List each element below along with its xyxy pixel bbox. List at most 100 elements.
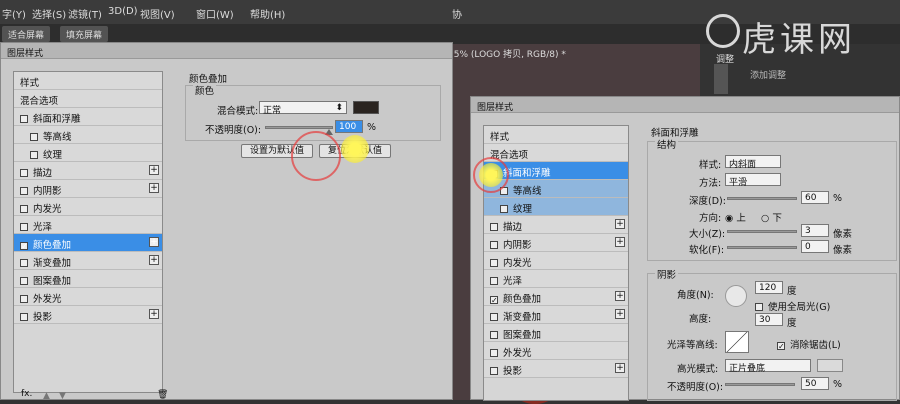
size-input[interactable]: 3 xyxy=(801,224,829,237)
style-list-item[interactable]: 等高线 xyxy=(14,126,162,144)
method-select[interactable]: 平滑 xyxy=(725,173,781,188)
style-checkbox[interactable] xyxy=(500,205,508,213)
add-icon[interactable]: + xyxy=(615,309,625,319)
style-list-item[interactable]: 光泽 xyxy=(14,216,162,234)
fx-icon[interactable]: fx. xyxy=(21,389,32,399)
add-icon[interactable]: + xyxy=(149,309,159,319)
style-list-item[interactable]: 投影 + xyxy=(14,306,162,324)
style-checkbox[interactable] xyxy=(20,277,28,285)
angle-input[interactable]: 120 xyxy=(755,281,783,294)
highlight-mode-select[interactable]: 正片叠底 xyxy=(725,359,811,374)
menu-item[interactable]: 窗口(W) xyxy=(196,6,234,21)
style-list-item[interactable]: 描边 + xyxy=(484,216,628,234)
style-list-item[interactable]: 图案叠加 xyxy=(14,270,162,288)
opacity-input[interactable]: 100 xyxy=(335,120,363,133)
highlight-opacity-slider[interactable] xyxy=(725,383,795,386)
style-checkbox[interactable]: ✓ xyxy=(490,296,498,305)
style-checkbox[interactable] xyxy=(490,313,498,321)
menu-item[interactable]: 3D(D) xyxy=(108,6,138,17)
style-list-item[interactable]: 渐变叠加 + xyxy=(14,252,162,270)
size-slider[interactable] xyxy=(727,230,797,233)
menu-item[interactable]: 视图(V) xyxy=(140,6,175,21)
depth-slider[interactable] xyxy=(727,197,797,200)
style-list-item[interactable]: 内发光 xyxy=(14,198,162,216)
blend-mode-select[interactable]: 正常 ⬍ xyxy=(259,101,347,116)
trash-icon[interactable]: 🗑 xyxy=(157,390,168,400)
highlight-mode-value: 正片叠底 xyxy=(729,364,766,374)
angle-dial[interactable] xyxy=(725,285,747,307)
style-checkbox[interactable] xyxy=(20,115,28,123)
style-list-item[interactable]: 样式 xyxy=(14,72,162,90)
add-icon[interactable]: + xyxy=(149,183,159,193)
antialias-checkbox[interactable]: ✓ 消除锯齿(L) xyxy=(777,337,841,351)
style-checkbox[interactable] xyxy=(490,223,498,231)
style-checkbox[interactable] xyxy=(30,151,38,159)
menu-item[interactable]: 字(Y) xyxy=(2,6,26,21)
document-tab-title[interactable]: 25% (LOGO 拷贝, RGB/8) * xyxy=(448,47,566,60)
color-swatch[interactable] xyxy=(353,101,379,114)
depth-input[interactable]: 60 xyxy=(801,191,829,204)
soften-slider[interactable] xyxy=(727,246,797,249)
add-icon[interactable]: + xyxy=(615,219,625,229)
style-list-label: 描边 xyxy=(503,222,523,233)
add-icon[interactable]: + xyxy=(615,237,625,247)
style-checkbox[interactable] xyxy=(490,277,498,285)
style-list-item[interactable]: 内阴影 + xyxy=(484,234,628,252)
style-list-item[interactable]: 纹理 xyxy=(484,198,628,216)
style-list-item[interactable]: 投影 + xyxy=(484,360,628,378)
altitude-input[interactable]: 30 xyxy=(755,313,783,326)
style-checkbox[interactable] xyxy=(490,241,498,249)
menu-item[interactable]: 选择(S) xyxy=(32,6,66,21)
style-list-item[interactable]: 渐变叠加 + xyxy=(484,306,628,324)
style-list-item[interactable]: 描边 + xyxy=(14,162,162,180)
style-list-item[interactable]: 内阴影 + xyxy=(14,180,162,198)
style-list-item[interactable]: ✓ 颜色叠加 + xyxy=(14,234,162,252)
gloss-contour-picker[interactable] xyxy=(725,331,749,353)
style-list-item[interactable]: 光泽 xyxy=(484,270,628,288)
style-checkbox[interactable] xyxy=(20,313,28,321)
menu-item[interactable]: 帮助(H) xyxy=(250,6,285,21)
style-checkbox[interactable] xyxy=(30,133,38,141)
style-list-item[interactable]: 内发光 xyxy=(484,252,628,270)
add-icon[interactable]: + xyxy=(149,165,159,175)
style-checkbox[interactable] xyxy=(20,259,28,267)
add-icon[interactable]: + xyxy=(149,255,159,265)
add-icon[interactable]: + xyxy=(615,363,625,373)
global-light-checkbox[interactable]: 使用全局光(G) xyxy=(755,299,830,313)
style-checkbox[interactable] xyxy=(490,259,498,267)
fill-screen-button[interactable]: 填充屏幕 xyxy=(60,26,109,42)
style-list-item[interactable]: 混合选项 xyxy=(14,90,162,108)
style-list-item[interactable]: 外发光 xyxy=(14,288,162,306)
direction-down-radio[interactable]: ○ 下 xyxy=(761,210,782,224)
group-title: 颜色 xyxy=(193,83,217,97)
style-list-item[interactable]: ✓ 颜色叠加 + xyxy=(484,288,628,306)
style-checkbox[interactable] xyxy=(20,205,28,213)
style-list-item[interactable]: 混合选项 xyxy=(484,144,628,162)
add-icon[interactable]: + xyxy=(149,237,159,247)
style-list-item[interactable]: 纹理 xyxy=(14,144,162,162)
menu-item[interactable]: 滤镜(T) xyxy=(68,6,102,21)
style-list-item[interactable]: 样式 xyxy=(484,126,628,144)
style-checkbox[interactable] xyxy=(20,169,28,177)
direction-up-radio[interactable]: ◉ 上 xyxy=(725,210,746,224)
style-list-item[interactable]: 图案叠加 xyxy=(484,324,628,342)
method-value: 平滑 xyxy=(729,178,748,188)
style-select[interactable]: 内斜面 xyxy=(725,155,781,170)
style-list-item[interactable]: 外发光 xyxy=(484,342,628,360)
add-icon[interactable]: + xyxy=(615,291,625,301)
highlight-color-swatch[interactable] xyxy=(817,359,843,372)
soften-input[interactable]: 0 xyxy=(801,240,829,253)
style-checkbox[interactable] xyxy=(490,367,498,375)
fit-screen-button[interactable]: 适合屏幕 xyxy=(2,26,51,42)
antialias-box[interactable]: ✓ xyxy=(777,342,785,351)
highlight-opacity-input[interactable]: 50 xyxy=(801,377,829,390)
style-list-item[interactable]: 斜面和浮雕 xyxy=(14,108,162,126)
style-checkbox[interactable]: ✓ xyxy=(20,242,28,251)
style-checkbox[interactable] xyxy=(20,223,28,231)
style-checkbox[interactable] xyxy=(490,331,498,339)
style-checkbox[interactable] xyxy=(20,187,28,195)
opacity-slider[interactable] xyxy=(265,126,333,129)
global-light-box[interactable] xyxy=(755,303,763,311)
style-checkbox[interactable] xyxy=(490,349,498,357)
style-checkbox[interactable] xyxy=(20,295,28,303)
